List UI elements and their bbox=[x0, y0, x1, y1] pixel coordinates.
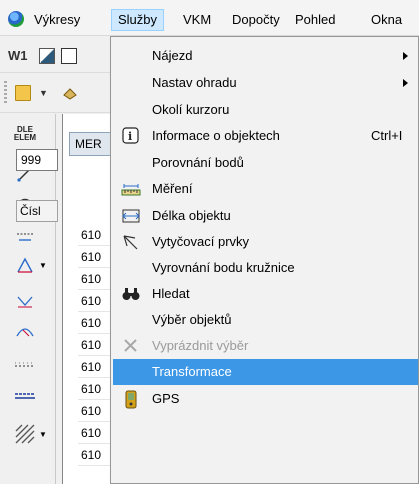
menu-item-najezd[interactable]: Nájezd bbox=[113, 43, 418, 69]
stakeout-icon bbox=[121, 233, 141, 251]
layers-icon[interactable] bbox=[62, 85, 78, 101]
chevron-down-icon[interactable]: ▼ bbox=[39, 88, 48, 98]
menu-item-nastav-ohradu[interactable]: Nastav ohradu bbox=[113, 70, 418, 96]
menu-item-label: Nájezd bbox=[152, 48, 193, 63]
menu-item-label: Hledat bbox=[152, 286, 190, 301]
menu-item-vyber-objektu[interactable]: Výběr objektů bbox=[113, 307, 418, 333]
window-icon[interactable] bbox=[61, 48, 77, 64]
menu-pohled[interactable]: Pohled bbox=[289, 9, 341, 31]
clear-cross-icon bbox=[121, 337, 141, 355]
open-folder-icon[interactable] bbox=[15, 85, 31, 101]
length-icon bbox=[121, 207, 141, 225]
menu-item-label: Vytyčovací prvky bbox=[152, 234, 250, 249]
image-icon[interactable] bbox=[39, 48, 55, 64]
menu-item-shortcut: Ctrl+I bbox=[371, 128, 403, 143]
menu-item-hledat[interactable]: Hledat bbox=[113, 281, 418, 307]
menu-item-transformace[interactable]: Transformace bbox=[113, 359, 418, 385]
menu-dopocty[interactable]: Dopočty bbox=[226, 9, 286, 31]
menu-item-label: Měření bbox=[152, 181, 193, 196]
hatch-tool-button[interactable]: ▼ bbox=[12, 422, 47, 446]
submenu-arrow-icon bbox=[403, 52, 408, 60]
angle-tool-button[interactable]: ▼ bbox=[12, 254, 47, 278]
menu-item-vyprazdnit-vyber: Vyprázdnit výběr bbox=[113, 333, 418, 359]
menu-item-label: Porovnání bodů bbox=[152, 155, 244, 170]
app-globe-icon bbox=[8, 11, 24, 27]
menu-item-label: Vyprázdnit výběr bbox=[152, 338, 249, 353]
menu-item-label: Informace o objektech bbox=[152, 128, 280, 143]
menu-item-vyrovnani-bodu[interactable]: Vyrovnání bodu kružnice bbox=[113, 255, 418, 281]
menu-item-label: Výběr objektů bbox=[152, 312, 232, 327]
gps-device-icon bbox=[121, 390, 141, 409]
dle-elem-button[interactable]: DLE ELEM bbox=[12, 122, 38, 146]
menu-item-label: Nastav ohradu bbox=[152, 75, 237, 90]
svg-text:i: i bbox=[128, 130, 132, 143]
offset-tool-button[interactable] bbox=[12, 224, 38, 248]
toolbar-grip[interactable] bbox=[4, 81, 7, 105]
menu-item-vytycovaci-prvky[interactable]: Vytyčovací prvky bbox=[113, 229, 418, 255]
menu-item-label: Délka objektu bbox=[152, 208, 231, 223]
column-header-cislo[interactable]: Čísl bbox=[16, 200, 58, 222]
intersection-tool-button[interactable] bbox=[12, 290, 38, 314]
menu-item-label: Transformace bbox=[152, 364, 232, 379]
menu-vykresy[interactable]: Výkresy bbox=[28, 9, 86, 31]
elem-label: ELEM bbox=[13, 133, 37, 142]
info-icon: i bbox=[121, 127, 141, 145]
menu-item-mereni[interactable]: Měření bbox=[113, 176, 418, 202]
curve-tool-button[interactable] bbox=[12, 320, 38, 344]
w1-label: W1 bbox=[8, 48, 28, 63]
services-dropdown-menu: Nájezd Nastav ohradu Okolí kurzoru i Inf… bbox=[110, 36, 419, 484]
menu-item-okoli-kurzoru[interactable]: Okolí kurzoru bbox=[113, 97, 418, 123]
ruler-icon bbox=[121, 180, 141, 198]
filter-input[interactable]: 999 bbox=[16, 149, 58, 171]
submenu-arrow-icon bbox=[403, 79, 408, 87]
menu-item-label: Okolí kurzoru bbox=[152, 102, 230, 117]
menu-bar: Výkresy Služby VKM Dopočty Pohled Okna bbox=[0, 0, 419, 36]
menu-vkm[interactable]: VKM bbox=[177, 9, 217, 31]
menu-okna[interactable]: Okna bbox=[365, 9, 408, 31]
menu-item-porovnani-bodu[interactable]: Porovnání bodů bbox=[113, 150, 418, 176]
binoculars-icon bbox=[121, 285, 141, 303]
menu-item-label: GPS bbox=[152, 391, 180, 406]
menu-item-label: Vyrovnání bodu kružnice bbox=[152, 260, 295, 275]
double-line-tool-button[interactable] bbox=[12, 384, 38, 408]
menu-item-informace[interactable]: i Informace o objektech Ctrl+I bbox=[113, 123, 418, 149]
chevron-down-icon[interactable]: ▼ bbox=[39, 261, 47, 270]
chevron-down-icon[interactable]: ▼ bbox=[39, 430, 47, 439]
menu-sluzby[interactable]: Služby bbox=[111, 9, 165, 31]
menu-item-gps[interactable]: GPS bbox=[113, 386, 418, 412]
dashed-line-tool-button[interactable] bbox=[12, 354, 38, 378]
menu-item-delka-objektu[interactable]: Délka objektu bbox=[113, 203, 418, 229]
